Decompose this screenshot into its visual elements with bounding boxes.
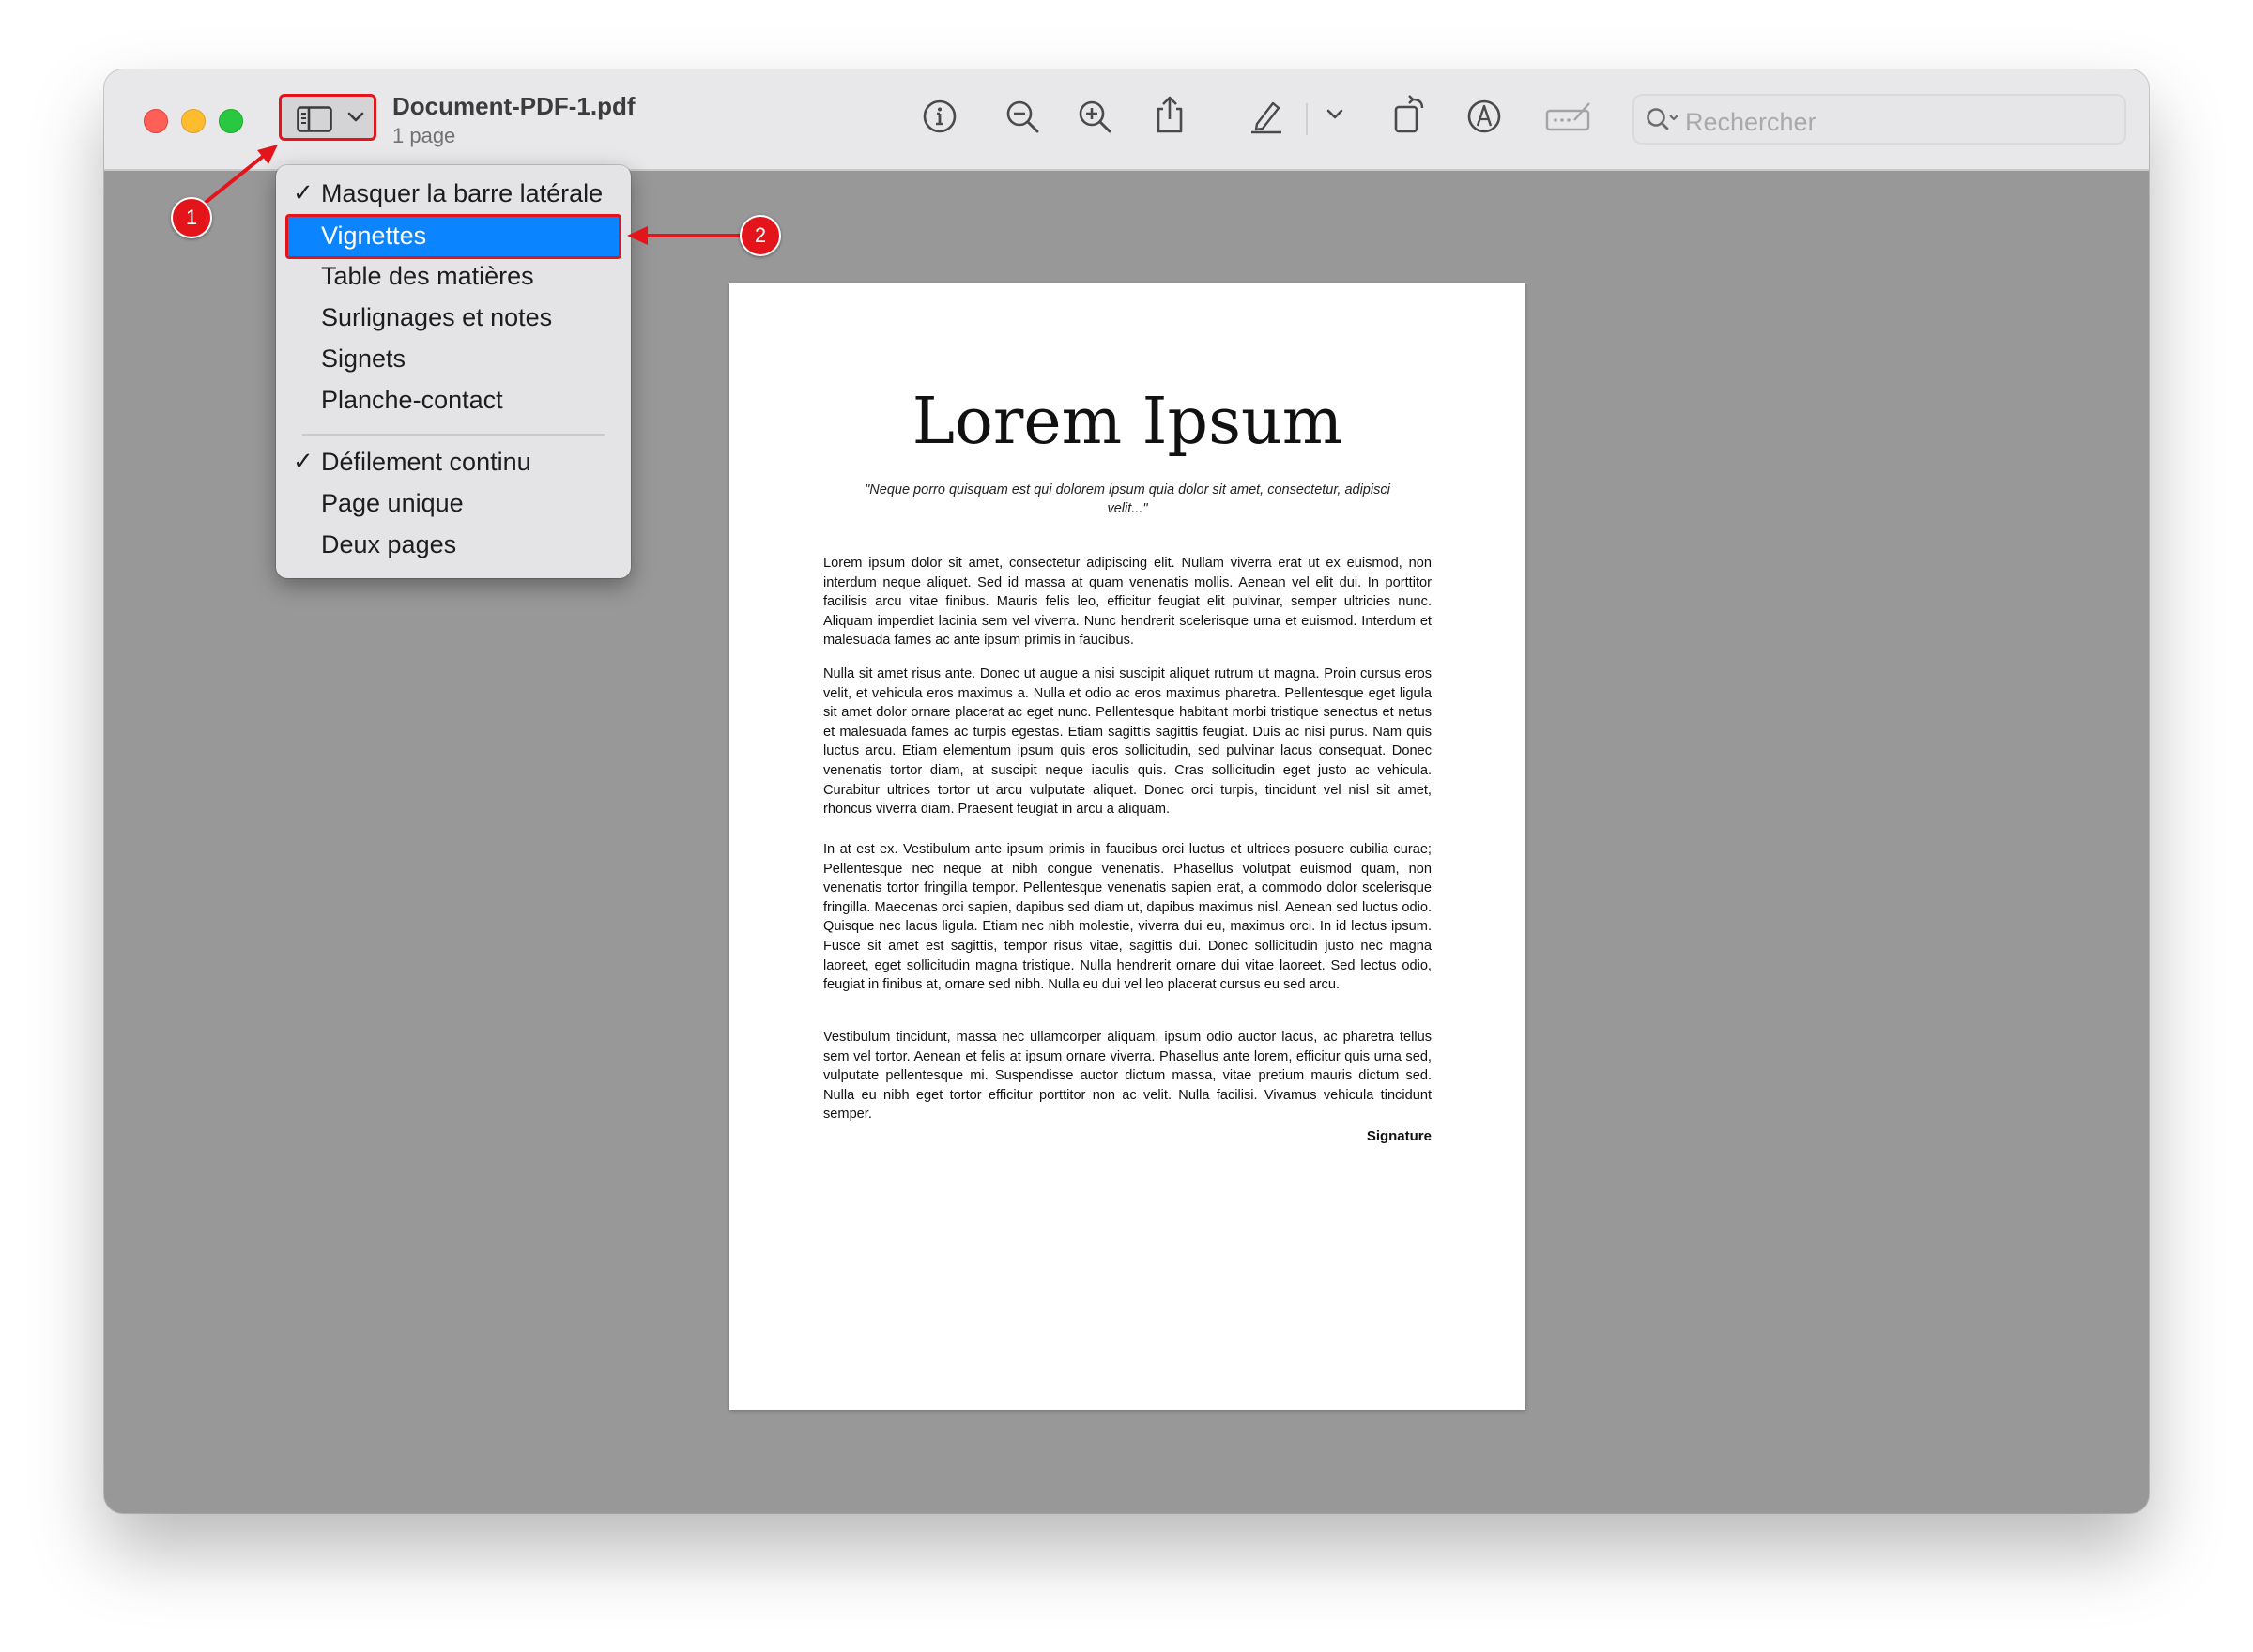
annotation-arrows [192, 145, 740, 245]
annotation-badge-2: 2 [740, 215, 781, 256]
annotation-badge-1: 1 [171, 197, 212, 238]
